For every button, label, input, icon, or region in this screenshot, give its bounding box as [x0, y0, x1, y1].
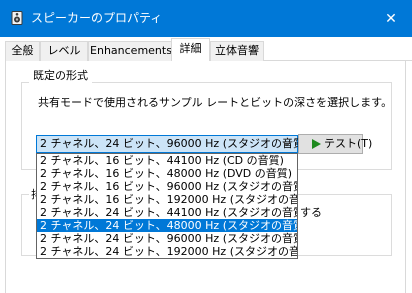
- format-option[interactable]: 2 チャネル、16 ビット、48000 Hz (DVD の音質): [37, 167, 297, 180]
- tab-enhancements[interactable]: Enhancements: [88, 41, 174, 61]
- test-button[interactable]: テスト(T): [298, 134, 372, 154]
- format-option[interactable]: 2 チャネル、24 ビット、96000 Hz (スタジオの音質): [37, 232, 297, 245]
- tab-general[interactable]: 全般: [5, 41, 40, 61]
- default-format-select[interactable]: 2 チャネル、24 ビット、96000 Hz (スタジオの音質): [36, 135, 308, 153]
- tab-advanced[interactable]: 詳細: [171, 38, 210, 61]
- format-option[interactable]: 2 チャネル、16 ビット、96000 Hz (スタジオの音質): [37, 180, 297, 193]
- exclusive-mode-option-text: する: [300, 206, 322, 219]
- chevron-down-icon: [283, 141, 291, 147]
- close-button[interactable]: ✕: [370, 0, 412, 37]
- format-option[interactable]: 2 チャネル、16 ビット、192000 Hz (スタジオの音質): [37, 193, 297, 206]
- format-option-highlighted[interactable]: 2 チャネル、24 ビット、48000 Hz (スタジオの音質): [37, 219, 297, 232]
- selected-format-value: 2 チャネル、24 ビット、96000 Hz (スタジオの音質): [40, 137, 309, 150]
- format-option[interactable]: 2 チャネル、16 ビット、44100 Hz (CD の音質): [37, 154, 297, 167]
- title-bar: スピーカーのプロパティ ✕: [0, 0, 412, 37]
- format-option[interactable]: 2 チャネル、24 ビット、44100 Hz (スタジオの音質): [37, 206, 297, 219]
- play-icon: [312, 139, 321, 149]
- window-title: スピーカーのプロパティ: [31, 11, 163, 25]
- format-option[interactable]: 2 チャネル、24 ビット、192000 Hz (スタジオの音質): [37, 245, 297, 258]
- test-button-label: テスト(T): [324, 137, 373, 150]
- format-dropdown-list[interactable]: 2 チャネル、16 ビット、44100 Hz (CD の音質) 2 チャネル、1…: [36, 153, 298, 259]
- default-format-description: 共有モードで使用されるサンプル レートとビットの深さを選択します。: [38, 96, 393, 109]
- tab-spatial-sound[interactable]: 立体音響: [210, 41, 264, 61]
- speaker-icon: [11, 11, 23, 25]
- default-format-label: 既定の形式: [29, 69, 92, 83]
- tab-levels[interactable]: レベル: [40, 41, 88, 61]
- close-icon: ✕: [385, 10, 397, 27]
